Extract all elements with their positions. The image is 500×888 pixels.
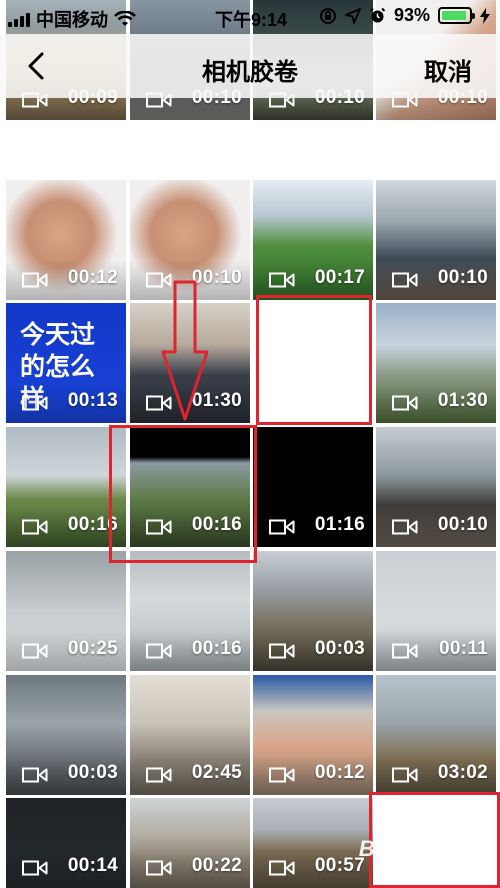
video-duration: 01:16 xyxy=(314,514,365,535)
video-duration: 00:03 xyxy=(314,638,365,659)
video-info-overlay: 01:16 xyxy=(253,507,373,547)
battery-icon xyxy=(438,7,475,24)
video-info-overlay: 00:13 xyxy=(6,383,126,423)
video-camera-icon xyxy=(269,860,295,876)
video-thumbnail[interactable]: 00:16 xyxy=(6,427,126,547)
video-duration: 03:02 xyxy=(437,762,488,783)
video-thumbnail[interactable]: 00:25 xyxy=(6,551,126,671)
video-info-overlay: 00:57 xyxy=(253,848,373,888)
video-camera-icon xyxy=(146,860,172,876)
video-info-overlay: 00:16 xyxy=(6,507,126,547)
video-info-overlay: 00:17 xyxy=(253,260,373,300)
video-camera-icon xyxy=(392,395,418,411)
video-thumbnail[interactable]: 01:16 xyxy=(253,427,373,547)
video-thumbnail[interactable]: 02:45 xyxy=(130,675,250,795)
video-camera-icon xyxy=(22,767,48,783)
video-info-overlay: 00:03 xyxy=(253,631,373,671)
video-thumbnail[interactable]: 今天过 的怎么 样00:13 xyxy=(6,303,126,423)
cancel-button[interactable]: 取消 xyxy=(424,52,472,87)
video-thumbnail[interactable]: 00:14 xyxy=(6,798,126,888)
highlight-box-target-video xyxy=(109,425,257,563)
navigation-bar: 相机胶卷 取消 xyxy=(0,34,500,98)
down-arrow-annotation xyxy=(161,280,209,421)
charging-icon xyxy=(480,7,490,24)
video-info-overlay: 00:22 xyxy=(130,848,250,888)
video-camera-icon xyxy=(269,519,295,535)
wifi-icon xyxy=(114,11,136,26)
chevron-left-icon[interactable] xyxy=(22,50,52,82)
status-time: 下午9:14 xyxy=(215,10,288,30)
battery-percent: 93% xyxy=(393,5,430,25)
watermark: Baidu 经验 jingyan.baidu.com xyxy=(358,836,470,874)
highlight-box-selected-video xyxy=(256,295,372,425)
video-info-overlay: 00:10 xyxy=(376,507,496,547)
video-thumbnail[interactable]: 00:12 xyxy=(6,180,126,300)
location-icon xyxy=(345,7,361,24)
video-info-overlay: 01:30 xyxy=(376,383,496,423)
video-thumbnail[interactable]: 00:10 xyxy=(376,180,496,300)
video-info-overlay: 00:16 xyxy=(130,631,250,671)
video-thumbnail[interactable]: 00:12 xyxy=(253,675,373,795)
video-duration: 00:11 xyxy=(438,638,488,659)
video-info-overlay: 00:12 xyxy=(253,755,373,795)
video-camera-icon xyxy=(392,272,418,288)
video-duration: 00:10 xyxy=(437,514,488,535)
video-camera-icon xyxy=(146,767,172,783)
video-thumbnail[interactable]: 03:02 xyxy=(376,675,496,795)
orientation-lock-icon xyxy=(319,7,336,24)
video-duration: 00:10 xyxy=(437,267,488,288)
video-camera-icon xyxy=(22,860,48,876)
video-info-overlay: 03:02 xyxy=(376,755,496,795)
video-info-overlay: 00:25 xyxy=(6,631,126,671)
video-duration: 00:25 xyxy=(67,638,118,659)
video-duration: 00:13 xyxy=(67,390,118,411)
carrier-name: 中国移动 xyxy=(36,10,108,30)
video-duration: 00:16 xyxy=(191,638,242,659)
video-camera-icon xyxy=(269,272,295,288)
video-camera-icon xyxy=(392,767,418,783)
video-camera-icon xyxy=(392,519,418,535)
video-thumbnail[interactable]: 00:22 xyxy=(130,798,250,888)
video-thumbnail[interactable]: 00:57 xyxy=(253,798,373,888)
video-duration: 00:14 xyxy=(67,855,118,876)
video-camera-icon xyxy=(22,272,48,288)
video-duration: 00:17 xyxy=(314,267,365,288)
video-camera-icon xyxy=(22,643,48,659)
video-thumbnail[interactable]: 00:10 xyxy=(376,427,496,547)
video-camera-icon xyxy=(392,643,418,659)
video-duration: 00:12 xyxy=(314,762,365,783)
video-duration: 00:12 xyxy=(67,267,118,288)
video-thumbnail[interactable]: 00:03 xyxy=(253,551,373,671)
video-info-overlay: 00:03 xyxy=(6,755,126,795)
video-info-overlay: 00:14 xyxy=(6,848,126,888)
video-info-overlay: 02:45 xyxy=(130,755,250,795)
video-thumbnail[interactable]: 00:16 xyxy=(130,551,250,671)
video-duration: 00:57 xyxy=(314,855,365,876)
video-camera-icon xyxy=(269,643,295,659)
video-info-overlay: 00:12 xyxy=(6,260,126,300)
video-thumbnail[interactable]: 00:03 xyxy=(6,675,126,795)
signal-strength-icon xyxy=(8,11,30,27)
video-thumbnail[interactable]: 00:17 xyxy=(253,180,373,300)
video-duration: 00:03 xyxy=(67,762,118,783)
video-duration: 02:45 xyxy=(191,762,242,783)
video-info-overlay: 00:11 xyxy=(376,631,496,671)
video-camera-icon xyxy=(22,519,48,535)
status-bar: 中国移动 下午9:14 93% xyxy=(0,0,500,34)
video-camera-icon xyxy=(146,643,172,659)
alarm-icon xyxy=(369,7,386,23)
video-thumbnail[interactable]: 00:11 xyxy=(376,551,496,671)
video-camera-icon xyxy=(22,395,48,411)
video-duration: 00:22 xyxy=(191,855,242,876)
video-camera-icon xyxy=(269,767,295,783)
video-duration: 01:30 xyxy=(437,390,488,411)
video-info-overlay: 00:10 xyxy=(376,260,496,300)
video-thumbnail[interactable]: 01:30 xyxy=(376,303,496,423)
